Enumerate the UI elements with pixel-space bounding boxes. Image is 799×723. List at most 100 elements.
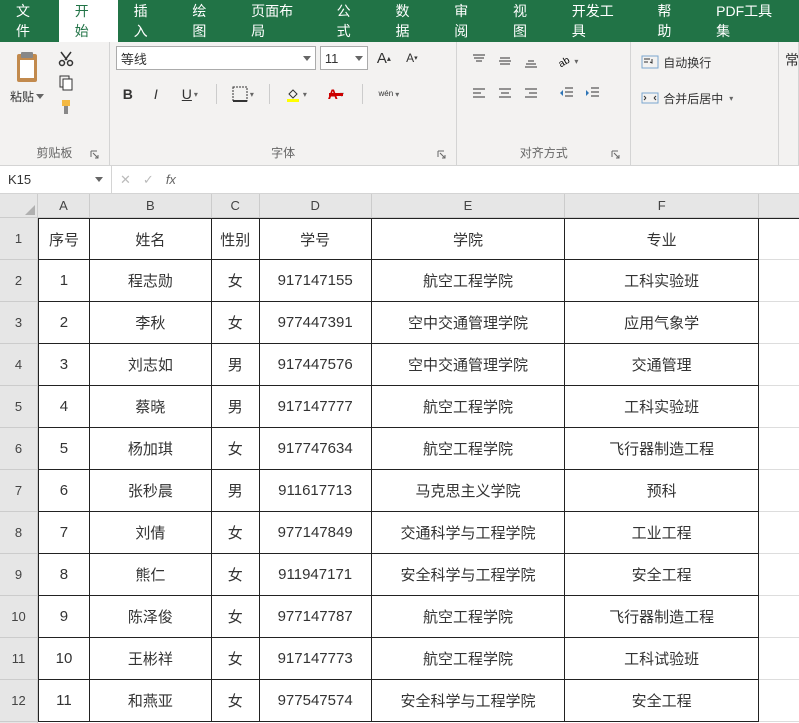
cell[interactable]: 交通管理	[565, 344, 759, 386]
cell[interactable]: 917747634	[260, 428, 372, 470]
cell[interactable]: 航空工程学院	[372, 428, 566, 470]
fill-color-button[interactable]: ▾	[278, 82, 314, 106]
cell[interactable]: 6	[38, 470, 90, 512]
cell[interactable]: 工科实验班	[565, 260, 759, 302]
row-header[interactable]: 7	[0, 470, 37, 512]
cell[interactable]: 航空工程学院	[372, 260, 566, 302]
orientation-button[interactable]: ab▾	[555, 50, 579, 72]
cell[interactable]	[759, 638, 799, 680]
name-box[interactable]: K15	[0, 166, 112, 193]
cell[interactable]: 马克思主义学院	[372, 470, 566, 512]
cell[interactable]: 程志勋	[90, 260, 212, 302]
cell[interactable]	[759, 260, 799, 302]
ribbon-tab[interactable]: 页面布局	[235, 0, 321, 42]
format-painter-button[interactable]	[54, 98, 78, 116]
cell[interactable]: 刘倩	[90, 512, 212, 554]
col-header[interactable]: A	[38, 194, 90, 217]
cell[interactable]: 熊仁	[90, 554, 212, 596]
cell[interactable]: 安全工程	[565, 554, 759, 596]
cell[interactable]: 学号	[260, 218, 372, 260]
cell[interactable]: 2	[38, 302, 90, 344]
row-header[interactable]: 2	[0, 260, 37, 302]
row-header[interactable]: 9	[0, 554, 37, 596]
ribbon-tab[interactable]: 帮助	[641, 0, 700, 42]
cell[interactable]	[759, 596, 799, 638]
increase-indent-button[interactable]	[581, 82, 605, 104]
cell[interactable]: 10	[38, 638, 90, 680]
cell[interactable]: 姓名	[90, 218, 212, 260]
cell[interactable]: 航空工程学院	[372, 386, 566, 428]
align-middle-button[interactable]	[493, 50, 517, 72]
col-header[interactable]: D	[260, 194, 372, 217]
cell[interactable]: 女	[212, 554, 260, 596]
cell[interactable]: 专业	[565, 218, 759, 260]
cell[interactable]: 安全工程	[565, 680, 759, 722]
cell[interactable]: 预科	[565, 470, 759, 512]
cell[interactable]: 1	[38, 260, 90, 302]
row-header[interactable]: 12	[0, 680, 37, 722]
cell[interactable]: 学院	[372, 218, 566, 260]
row-header[interactable]: 5	[0, 386, 37, 428]
cell[interactable]: 航空工程学院	[372, 638, 566, 680]
ribbon-tab[interactable]: 审阅	[438, 0, 497, 42]
cell[interactable]: 男	[212, 470, 260, 512]
row-header[interactable]: 6	[0, 428, 37, 470]
cell[interactable]: 空中交通管理学院	[372, 302, 566, 344]
cell[interactable]: 工业工程	[565, 512, 759, 554]
ribbon-tab[interactable]: PDF工具集	[700, 0, 799, 42]
align-left-button[interactable]	[467, 82, 491, 104]
border-button[interactable]: ▾	[225, 82, 261, 106]
cell[interactable]: 安全科学与工程学院	[372, 680, 566, 722]
align-right-button[interactable]	[519, 82, 543, 104]
cell[interactable]: 977147849	[260, 512, 372, 554]
phonetic-button[interactable]: wén▾	[371, 82, 407, 106]
row-header[interactable]: 8	[0, 512, 37, 554]
cell[interactable]: 9	[38, 596, 90, 638]
cell[interactable]: 977447391	[260, 302, 372, 344]
launcher-icon[interactable]	[436, 149, 448, 161]
cell[interactable]	[759, 554, 799, 596]
cell[interactable]: 917147155	[260, 260, 372, 302]
row-header[interactable]: 10	[0, 596, 37, 638]
cell[interactable]: 女	[212, 596, 260, 638]
font-color-button[interactable]: A▾	[318, 82, 354, 106]
cell[interactable]: 女	[212, 428, 260, 470]
cell[interactable]: 917147773	[260, 638, 372, 680]
cell[interactable]	[759, 680, 799, 722]
align-top-button[interactable]	[467, 50, 491, 72]
cell[interactable]: 8	[38, 554, 90, 596]
cell[interactable]	[759, 470, 799, 512]
cell[interactable]: 11	[38, 680, 90, 722]
col-header[interactable]	[759, 194, 799, 217]
cell[interactable]: 女	[212, 260, 260, 302]
cell[interactable]: 917447576	[260, 344, 372, 386]
cell[interactable]: 性别	[212, 218, 260, 260]
cell[interactable]	[759, 344, 799, 386]
paste-button[interactable]: 粘贴	[6, 46, 48, 109]
cell[interactable]	[759, 428, 799, 470]
increase-font-button[interactable]: A▴	[372, 46, 396, 70]
cancel-icon[interactable]: ✕	[120, 172, 131, 188]
cell[interactable]	[759, 512, 799, 554]
decrease-font-button[interactable]: A▾	[400, 46, 424, 70]
cell[interactable]: 4	[38, 386, 90, 428]
cell[interactable]: 飞行器制造工程	[565, 596, 759, 638]
decrease-indent-button[interactable]	[555, 82, 579, 104]
select-all-corner[interactable]	[0, 194, 37, 218]
row-header[interactable]: 3	[0, 302, 37, 344]
cell[interactable]: 陈泽俊	[90, 596, 212, 638]
row-header[interactable]: 11	[0, 638, 37, 680]
cell[interactable]: 女	[212, 302, 260, 344]
launcher-icon[interactable]	[610, 149, 622, 161]
cell[interactable]: 977147787	[260, 596, 372, 638]
cell[interactable]: 蔡晓	[90, 386, 212, 428]
align-bottom-button[interactable]	[519, 50, 543, 72]
cut-button[interactable]	[54, 50, 78, 68]
cell[interactable]: 917147777	[260, 386, 372, 428]
cell[interactable]: 7	[38, 512, 90, 554]
cell[interactable]: 李秋	[90, 302, 212, 344]
cell[interactable]: 5	[38, 428, 90, 470]
cell[interactable]	[759, 386, 799, 428]
cell[interactable]: 刘志如	[90, 344, 212, 386]
cell[interactable]: 工科实验班	[565, 386, 759, 428]
